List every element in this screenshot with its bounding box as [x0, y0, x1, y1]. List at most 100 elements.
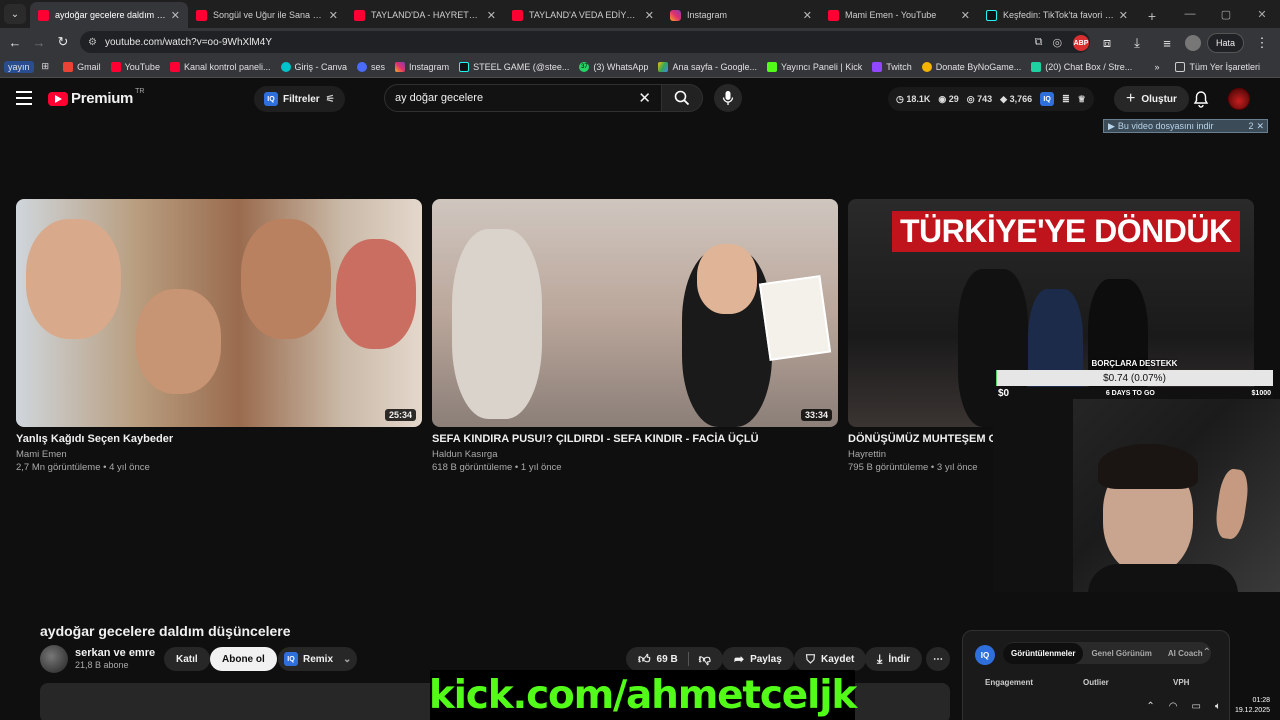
create-button[interactable]: + Oluştur [1114, 86, 1189, 112]
site-info-icon[interactable]: ⚙ [88, 37, 97, 48]
forward-icon[interactable]: → [27, 30, 51, 54]
browser-tab-5[interactable]: Instagram ✕ [662, 2, 820, 28]
like-button[interactable]: 👍︎ 69 B [638, 652, 678, 667]
tray-chevron-icon[interactable]: ⌃ [1146, 701, 1154, 712]
save-button[interactable]: ⛉ Kaydet [794, 647, 867, 671]
join-button[interactable]: Katıl [164, 647, 210, 671]
tab-close-icon[interactable]: ✕ [645, 9, 654, 22]
voice-search-button[interactable] [714, 84, 742, 112]
address-bar[interactable]: ⚙ youtube.com/watch?v=oo-9WhXlM4Y ⧉ ◎ ☆ [80, 31, 1090, 53]
volume-icon[interactable]: 🔈︎ [1215, 701, 1221, 712]
bookmark-youtube[interactable]: YouTube [110, 61, 160, 72]
bookmark-steel-game[interactable]: STEEL GAME (@stee... [459, 61, 569, 72]
bookmark-chatbox[interactable]: (20) Chat Box / Stre... [1031, 61, 1132, 72]
media-control-icon[interactable]: ≡ [1155, 31, 1179, 55]
bookmark-instagram[interactable]: Instagram [395, 61, 449, 72]
channel-name[interactable]: serkan ve emre [75, 647, 155, 659]
vidiq-stats-bar[interactable]: ◷ 18.1K ◉ 29 ◎ 743 ◆ 3,766 IQ ≣ ♕ [888, 87, 1094, 111]
subscribe-button[interactable]: Abone ol [210, 647, 277, 671]
bookmark-gmail[interactable]: Gmail [63, 61, 101, 72]
hamburger-menu-icon[interactable] [16, 91, 32, 105]
extension-abp-icon[interactable]: ABP [1072, 35, 1089, 51]
panel-tabs: Görüntülenmeler Genel Görünüm AI Coach [1003, 642, 1211, 664]
youtube-studio-icon [169, 61, 180, 72]
close-window-button[interactable]: ✕ [1244, 0, 1280, 28]
bookmark-kick[interactable]: Yayıncı Paneli | Kick [766, 61, 862, 72]
tab-close-icon[interactable]: ✕ [487, 9, 496, 22]
bookmark-twitch[interactable]: Twitch [872, 61, 912, 72]
profile-error-pill[interactable]: Hata [1206, 33, 1244, 53]
browser-tab-1[interactable]: aydoğar gecelere daldım düşüncelere ✕ [30, 2, 188, 28]
display-icon[interactable]: ▭ [1192, 701, 1201, 712]
bookmark-label: Gmail [77, 61, 101, 72]
all-bookmarks-folder[interactable]: Tüm Yer İşaretleri [1175, 61, 1260, 72]
vidiq-icon: IQ [264, 92, 278, 106]
dislike-button[interactable]: 👎︎ [699, 652, 711, 667]
downloads-icon[interactable]: ⤓ [1125, 31, 1149, 55]
browser-tab-3[interactable]: TAYLAND'DA - HAYRETTIN / 9.8 ✕ [346, 2, 504, 28]
new-tab-button[interactable]: + [1140, 4, 1164, 28]
search-button[interactable] [661, 84, 703, 112]
notifications-bell-icon[interactable] [1192, 90, 1210, 108]
browser-tab-7[interactable]: Keşfedin: TikTok'ta favori video ✕ [978, 2, 1136, 28]
download-video-bar[interactable]: ▶ Bu video dosyasını indir 2 ✕ [1103, 119, 1268, 133]
system-clock[interactable]: 01:28 19.12.2025 [1235, 696, 1270, 716]
wifi-icon[interactable]: ◠ [1169, 701, 1178, 712]
bookmark-yayin[interactable]: yayın [4, 60, 34, 73]
maximize-button[interactable]: ▢ [1208, 0, 1244, 28]
reload-icon[interactable]: ↻ [51, 30, 75, 54]
more-bookmarks-icon[interactable]: » [1154, 62, 1159, 72]
bookmark-ses[interactable]: ses [357, 61, 385, 72]
bookmark-kanal[interactable]: Kanal kontrol paneli... [169, 61, 271, 72]
channel-avatar[interactable] [40, 645, 68, 673]
minimize-button[interactable]: — [1172, 0, 1208, 28]
bookmark-google-drive[interactable]: Ana sayfa - Google... [658, 61, 757, 72]
collapse-icon[interactable]: ⌃ [1203, 647, 1211, 658]
youtube-premium-logo[interactable]: Premium TR [48, 88, 144, 107]
tab-close-icon[interactable]: ✕ [329, 9, 338, 22]
chrome-menu-icon[interactable]: ⋮ [1250, 31, 1274, 55]
tab-close-icon[interactable]: ✕ [1119, 9, 1128, 22]
search-input[interactable]: ay doğar gecelere ✕ [384, 84, 662, 112]
vidiq-icon[interactable]: IQ [1040, 92, 1055, 106]
filters-button[interactable]: IQ Filtreler ⚟ [254, 86, 345, 112]
window-controls: — ▢ ✕ [1172, 0, 1280, 28]
video-title[interactable]: SEFA KINDIRA PUSU!? ÇILDIRDI - SEFA KIND… [432, 433, 838, 445]
tab-close-icon[interactable]: ✕ [961, 9, 970, 22]
tab-genel-gorunum[interactable]: Genel Görünüm [1083, 649, 1159, 658]
browser-tab-6[interactable]: Mami Emen - YouTube ✕ [820, 2, 978, 28]
profile-avatar-icon[interactable] [1184, 35, 1201, 51]
more-actions-button[interactable]: ⋯ [926, 647, 950, 671]
video-channel[interactable]: Mami Emen [16, 449, 422, 460]
video-card[interactable]: 33:34 SEFA KINDIRA PUSU!? ÇILDIRDI - SEF… [432, 199, 838, 473]
browser-tab-4[interactable]: TAYLAND'A VEDA EDİYORUZ - ✕ [504, 2, 662, 28]
trophy-icon[interactable]: ♕ [1078, 94, 1086, 105]
tab-goruntulenmeler[interactable]: Görüntülenmeler [1003, 642, 1084, 664]
tab-close-icon[interactable]: ✕ [803, 9, 812, 22]
share-button[interactable]: ➦ Paylaş [722, 647, 794, 671]
video-card[interactable]: 25:34 Yanlış Kağıdı Seçen Kaybeder Mami … [16, 199, 422, 473]
bookmark-canva[interactable]: Giriş - Canva [280, 61, 347, 72]
webcam-overlay [993, 399, 1280, 592]
tab-close-icon[interactable]: ✕ [171, 9, 180, 22]
account-avatar[interactable] [1228, 88, 1250, 110]
download-bar-close-icon[interactable]: ✕ [1256, 121, 1264, 132]
back-icon[interactable]: ← [3, 30, 27, 54]
bookmark-bynogame[interactable]: Donate ByNoGame... [921, 61, 1021, 72]
tab-search-button[interactable]: ⌄ [4, 4, 26, 24]
apps-grid-icon[interactable]: ⊞ [42, 61, 50, 72]
tools-icon[interactable]: ≣ [1062, 94, 1070, 105]
tracking-icon[interactable]: ◎ [1053, 36, 1063, 49]
download-button[interactable]: ⤓ İndir [865, 647, 922, 671]
clear-search-icon[interactable]: ✕ [638, 89, 651, 107]
video-thumbnail[interactable]: 33:34 [432, 199, 838, 427]
remix-label: Remix [303, 653, 334, 665]
remix-button[interactable]: IQ Remix ⌄ [278, 647, 358, 671]
install-app-icon[interactable]: ⧉ [1035, 36, 1043, 49]
video-channel[interactable]: Haldun Kasırga [432, 449, 838, 460]
extensions-puzzle-icon[interactable]: ⧈ [1095, 31, 1119, 55]
video-title[interactable]: Yanlış Kağıdı Seçen Kaybeder [16, 433, 422, 445]
bookmark-whatsapp[interactable]: 37 (3) WhatsApp [579, 61, 648, 72]
browser-tab-2[interactable]: Songül ve Uğur ile Sana Değer ✕ [188, 2, 346, 28]
video-thumbnail[interactable]: 25:34 [16, 199, 422, 427]
